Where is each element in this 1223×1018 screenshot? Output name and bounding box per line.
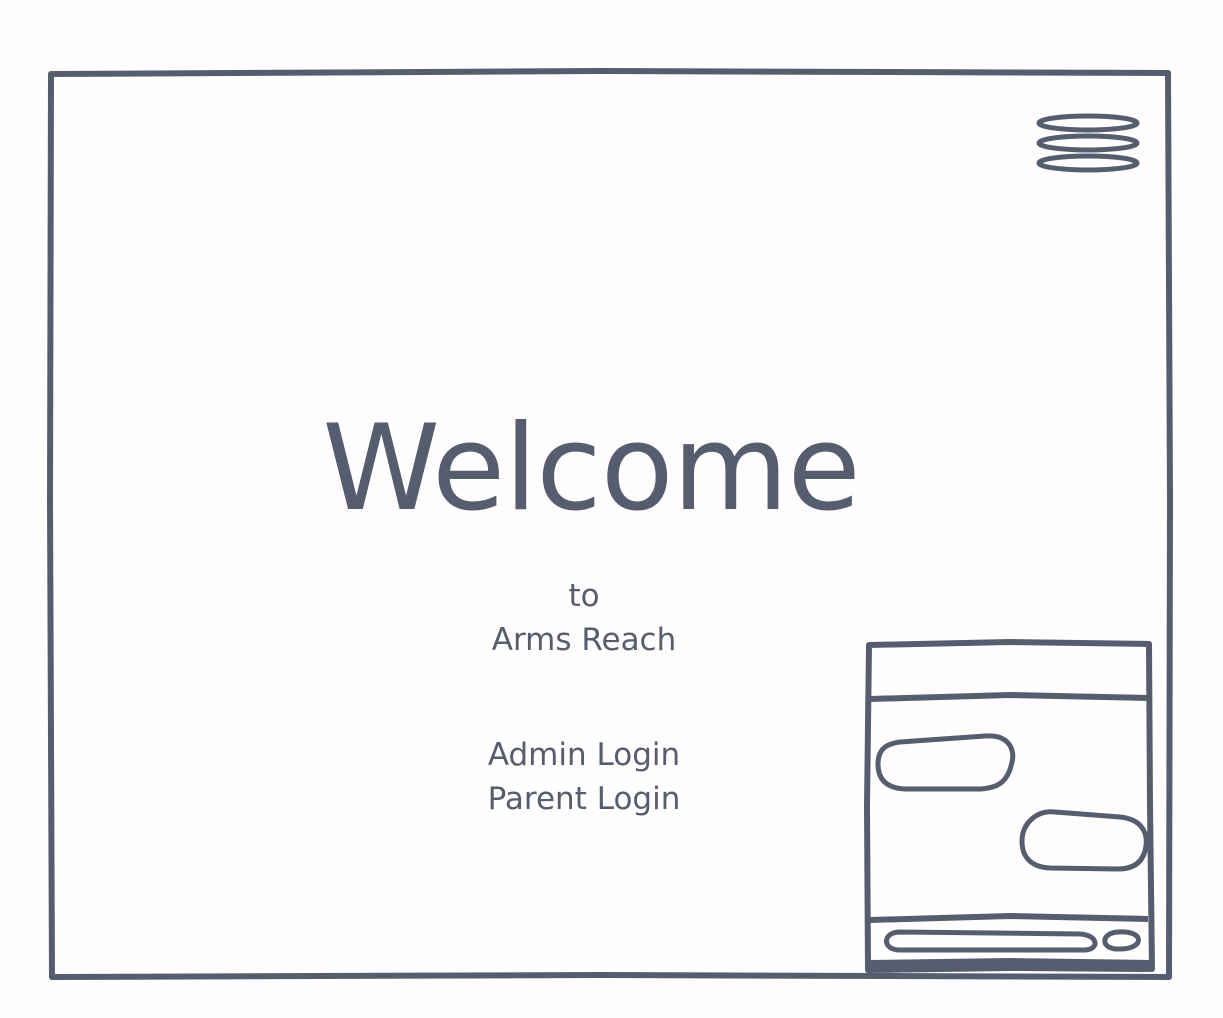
- parent-login-link[interactable]: Parent Login: [384, 779, 784, 819]
- admin-login-link[interactable]: Admin Login: [384, 735, 784, 775]
- hamburger-menu-icon[interactable]: [1033, 110, 1143, 180]
- app-name: Arms Reach: [491, 622, 677, 658]
- welcome-title: Welcome: [322, 400, 860, 538]
- chat-widget-icon[interactable]: [860, 636, 1160, 981]
- welcome-to-text: to: [568, 578, 600, 614]
